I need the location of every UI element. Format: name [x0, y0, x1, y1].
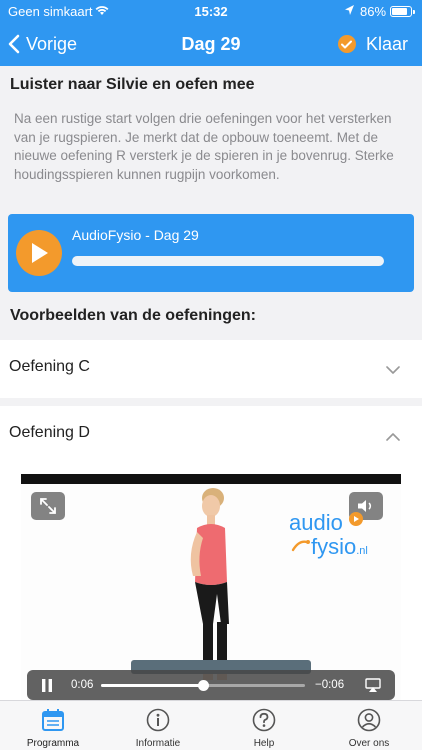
done-button[interactable]: Klaar — [337, 30, 408, 58]
tab-label: Informatie — [135, 738, 181, 749]
tab-label: Help — [253, 738, 275, 749]
logo-play-icon — [349, 512, 363, 526]
airplay-button[interactable] — [365, 678, 381, 695]
exercise-woman-figure — [190, 488, 229, 680]
audio-progress-bar[interactable] — [72, 256, 384, 266]
play-button[interactable] — [16, 230, 62, 276]
video-letterbox — [21, 474, 401, 484]
play-icon — [32, 243, 48, 263]
logo-text-suffix: .nl — [356, 545, 368, 557]
chevron-down-icon — [386, 362, 400, 380]
airplay-icon — [365, 678, 381, 692]
chevron-up-icon — [386, 428, 400, 446]
video-controls: 0:06 −0:06 — [27, 670, 395, 700]
accordion-label: Oefening D — [9, 424, 90, 441]
calendar-icon — [41, 708, 65, 737]
audio-title: AudioFysio - Dag 29 — [72, 227, 199, 243]
logo-text-fysio: fysio — [311, 534, 357, 559]
pause-button[interactable] — [41, 679, 53, 695]
done-label: Klaar — [365, 33, 408, 54]
video-remaining-time: −0:06 — [315, 679, 345, 691]
tab-over-ons[interactable]: Over ons — [316, 701, 422, 750]
person-icon — [357, 708, 381, 737]
navigation-bar: Vorige Dag 29 Klaar — [0, 22, 422, 66]
location-arrow-icon — [344, 3, 355, 20]
checkmark-icon — [337, 35, 356, 53]
audiofysio-logo: audio fysio.nl — [289, 510, 368, 559]
exercise-video[interactable]: audio fysio.nl 0:06 −0:06 — [21, 474, 401, 700]
examples-heading: Voorbeelden van de oefeningen: — [10, 307, 256, 324]
logo-text-audio: audio — [289, 510, 343, 535]
lesson-heading: Luister naar Silvie en oefen mee — [10, 76, 255, 93]
content-scroll-area[interactable]: Luister naar Silvie en oefen mee Na een … — [0, 66, 422, 700]
battery-nub — [413, 10, 415, 14]
audio-player[interactable]: AudioFysio - Dag 29 — [8, 214, 414, 292]
info-icon — [146, 708, 170, 737]
battery-level-fill — [392, 8, 408, 15]
video-scrubber-handle[interactable] — [198, 680, 209, 691]
lesson-intro: Na een rustige start volgen drie oefenin… — [14, 111, 394, 182]
logo-line-2: fysio.nl — [311, 534, 368, 560]
video-current-time: 0:06 — [71, 679, 94, 691]
tab-bar: Programma Informatie Help Over ons — [0, 700, 422, 750]
clock: 15:32 — [194, 4, 228, 19]
expand-icon — [40, 498, 56, 514]
battery-icon — [390, 6, 415, 17]
video-progress-fill — [101, 684, 203, 687]
accordion-label: Oefening C — [9, 358, 90, 375]
logo-runner-icon — [291, 540, 310, 552]
tab-help[interactable]: Help — [211, 701, 317, 750]
tab-informatie[interactable]: Informatie — [105, 701, 211, 750]
accordion-oefening-c[interactable]: Oefening C — [0, 340, 422, 398]
help-icon — [252, 708, 276, 737]
status-bar: Geen simkaart 15:32 86% — [0, 0, 422, 22]
tab-programma[interactable]: Programma — [0, 701, 106, 750]
fullscreen-button[interactable] — [31, 492, 65, 520]
tab-label: Programma — [26, 738, 80, 749]
tab-label: Over ons — [348, 738, 390, 749]
pause-icon — [42, 679, 52, 692]
battery-percentage: 86% — [360, 4, 387, 19]
